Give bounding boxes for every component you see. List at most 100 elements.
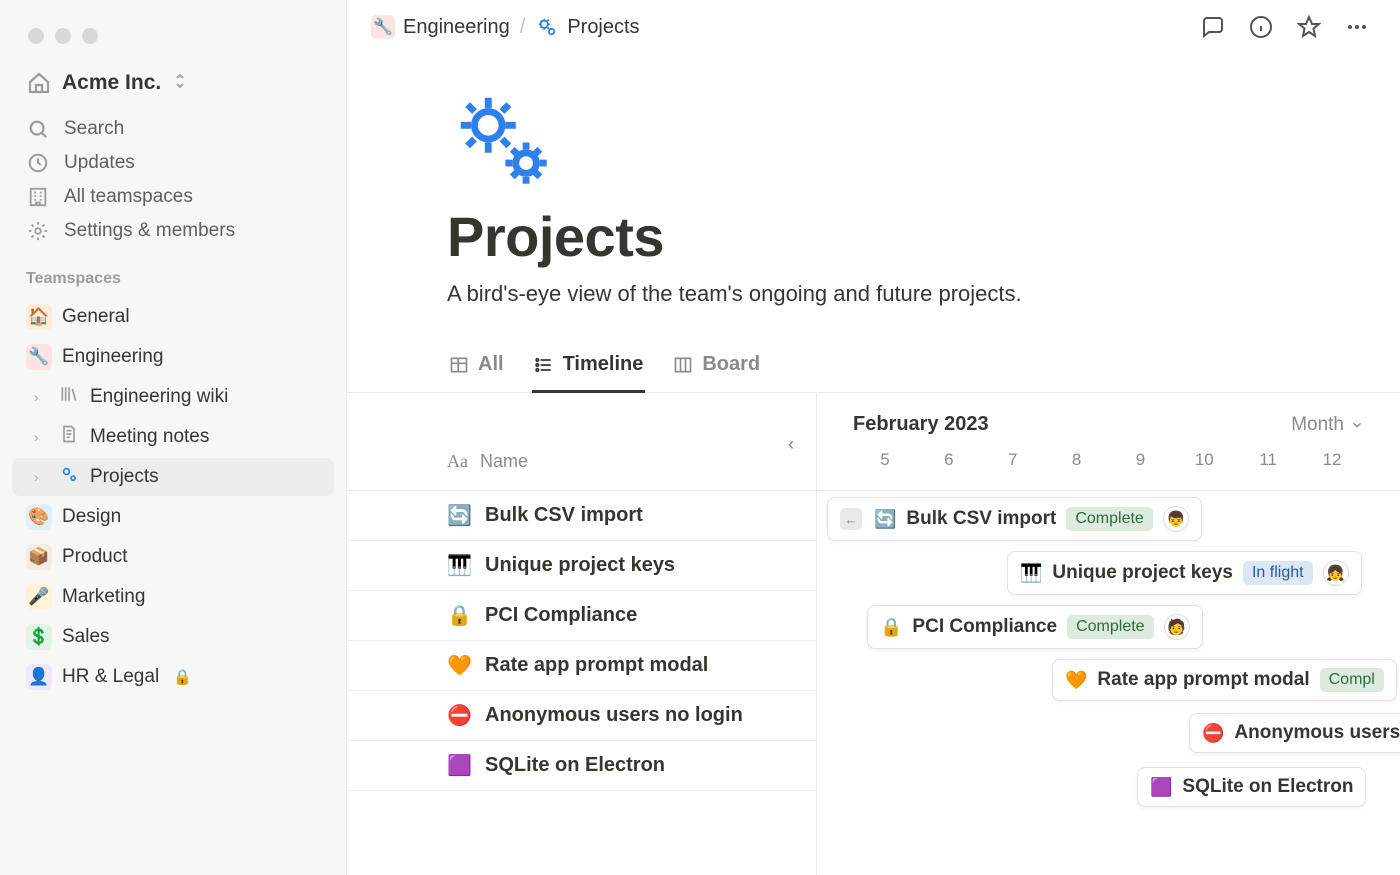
more-icon[interactable] <box>1344 14 1370 40</box>
clock-icon <box>26 152 50 174</box>
row-emoji: 🟪 <box>447 753 471 778</box>
info-icon[interactable] <box>1248 14 1274 40</box>
topbar-actions <box>1200 14 1370 40</box>
bar-emoji: ⛔ <box>1202 723 1224 744</box>
nav-item-settings-members[interactable]: Settings & members <box>12 214 334 248</box>
teamspace-label: Sales <box>62 626 110 648</box>
traffic-light-close[interactable] <box>28 28 44 44</box>
timeline-bar[interactable]: 🟪 SQLite on Electron <box>1137 767 1366 807</box>
tab-board[interactable]: Board <box>671 353 762 393</box>
timeline-day: 6 <box>917 450 981 470</box>
avatar: 👦 <box>1163 506 1189 532</box>
sidebar-item-marketing[interactable]: 🎤 Marketing <box>12 578 334 616</box>
document-icon <box>58 424 80 450</box>
timeline-bar[interactable]: ⛔Anonymous users <box>1189 713 1400 753</box>
bar-emoji: 🟪 <box>1150 777 1172 798</box>
bar-name: Unique project keys <box>1052 562 1233 584</box>
timeline-bar[interactable]: 🎹Unique project keysIn flight👧 <box>1007 551 1362 595</box>
timeline-bar[interactable]: 🔒PCI ComplianceComplete🧑 <box>867 605 1203 649</box>
teamspace-label: Design <box>62 506 121 528</box>
table-row[interactable]: 🔄Bulk CSV import <box>347 491 816 541</box>
teamspace-label: Engineering <box>62 346 163 368</box>
tab-label: Board <box>702 353 760 376</box>
table-row[interactable]: 🟪 SQLite on Electron <box>347 741 816 791</box>
row-emoji: 🧡 <box>447 653 471 678</box>
avatar: 👧 <box>1323 560 1349 586</box>
traffic-light-zoom[interactable] <box>82 28 98 44</box>
sidebar-item-engineering[interactable]: 🔧 Engineering <box>12 338 334 376</box>
tab-all[interactable]: All <box>447 353 506 393</box>
timeline-month-label: February 2023 <box>853 413 989 436</box>
teamspace-emoji: 👤 <box>26 664 52 690</box>
timeline-granularity-picker[interactable]: Month <box>1291 414 1364 436</box>
row-name: SQLite on Electron <box>485 754 665 777</box>
tab-timeline[interactable]: Timeline <box>532 353 646 393</box>
tab-label: Timeline <box>563 353 644 376</box>
timeline-day: 11 <box>1236 450 1300 470</box>
status-badge: In flight <box>1243 561 1313 585</box>
comments-icon[interactable] <box>1200 14 1226 40</box>
timeline-view: Aa Name ‹‹ 🔄Bulk CSV import🎹Unique proje… <box>347 393 1400 875</box>
table-row[interactable]: 🧡 Rate app prompt modal <box>347 641 816 691</box>
table-row[interactable]: 🔒PCI Compliance <box>347 591 816 641</box>
breadcrumb-parent-label: Engineering <box>403 16 510 39</box>
sidebar-item-design[interactable]: 🎨 Design <box>12 498 334 536</box>
wrench-icon: 🔧 <box>371 15 395 39</box>
row-emoji: 🔒 <box>447 603 471 628</box>
row-name: Rate app prompt modal <box>485 654 708 677</box>
home-icon <box>26 70 52 96</box>
page-header: Projects A bird's-eye view of the team's… <box>347 84 1400 307</box>
arrow-left-icon[interactable]: ← <box>840 508 862 530</box>
chevron-right-icon[interactable]: › <box>34 469 48 485</box>
view-tabs: All Timeline Board <box>347 307 1400 393</box>
teamspace-label: Product <box>62 546 127 568</box>
teamspace-emoji: 🎤 <box>26 584 52 610</box>
star-icon[interactable] <box>1296 14 1322 40</box>
sidebar-item-sales[interactable]: 💲Sales <box>12 618 334 656</box>
nav-item-label: Updates <box>64 152 135 174</box>
page-hero-icon[interactable] <box>447 84 557 194</box>
nav-item-label: Search <box>64 118 124 140</box>
sidebar-item-meeting-notes[interactable]: ›Meeting notes <box>12 418 334 456</box>
table-row[interactable]: ⛔Anonymous users no login <box>347 691 816 741</box>
page-title: Projects <box>447 204 1400 269</box>
teamspace-emoji: 🔧 <box>26 344 52 370</box>
sidebar-item-product[interactable]: 📦Product <box>12 538 334 576</box>
breadcrumb-separator: / <box>520 16 526 39</box>
teamspace-emoji: 🏠 <box>26 304 52 330</box>
table-row[interactable]: 🎹Unique project keys <box>347 541 816 591</box>
traffic-light-minimize[interactable] <box>55 28 71 44</box>
timeline-day: 12 <box>1300 450 1364 470</box>
topbar: 🔧 Engineering / Projects <box>347 0 1400 50</box>
bar-emoji: 🔄 <box>874 509 896 530</box>
row-emoji: 🎹 <box>447 553 471 578</box>
status-badge: Complete <box>1066 507 1152 531</box>
timeline-bar[interactable]: 🧡Rate app prompt modalCompl <box>1052 659 1397 701</box>
workspace-switcher[interactable]: Acme Inc. <box>0 66 346 110</box>
gears-icon <box>58 464 80 490</box>
timeline-right-pane: February 2023 Month 56789101112 ←🔄Bulk C… <box>817 393 1400 875</box>
teamspace-emoji: 🎨 <box>26 504 52 530</box>
gears-icon <box>535 15 559 39</box>
sidebar-item-engineering-wiki[interactable]: ›Engineering wiki <box>12 378 334 416</box>
library-icon <box>58 384 80 410</box>
breadcrumb-parent[interactable]: 🔧 Engineering <box>371 15 510 39</box>
avatar: 🧑 <box>1164 614 1190 640</box>
sidebar: Acme Inc. Search Updates All teamspaces Set… <box>0 0 347 875</box>
status-badge: Complete <box>1067 615 1153 639</box>
chevron-right-icon[interactable]: › <box>34 429 48 445</box>
breadcrumb-current[interactable]: Projects <box>535 15 639 39</box>
teamspace-label: Marketing <box>62 586 145 608</box>
timeline-bar[interactable]: ←🔄Bulk CSV importComplete👦 <box>827 497 1202 541</box>
page-label: Projects <box>90 466 159 488</box>
sidebar-item-general[interactable]: 🏠 General <box>12 298 334 336</box>
nav-item-search[interactable]: Search <box>12 112 334 146</box>
nav-item-updates[interactable]: Updates <box>12 146 334 180</box>
nav-item-label: Settings & members <box>64 220 235 242</box>
sidebar-item-hr-legal[interactable]: 👤HR & Legal🔒 <box>12 658 334 696</box>
nav-item-all-teamspaces[interactable]: All teamspaces <box>12 180 334 214</box>
chevron-right-icon[interactable]: › <box>34 389 48 405</box>
sidebar-item-projects[interactable]: › Projects <box>12 458 334 496</box>
bar-name: SQLite on Electron <box>1182 776 1353 798</box>
teamspace-label: General <box>62 306 130 328</box>
